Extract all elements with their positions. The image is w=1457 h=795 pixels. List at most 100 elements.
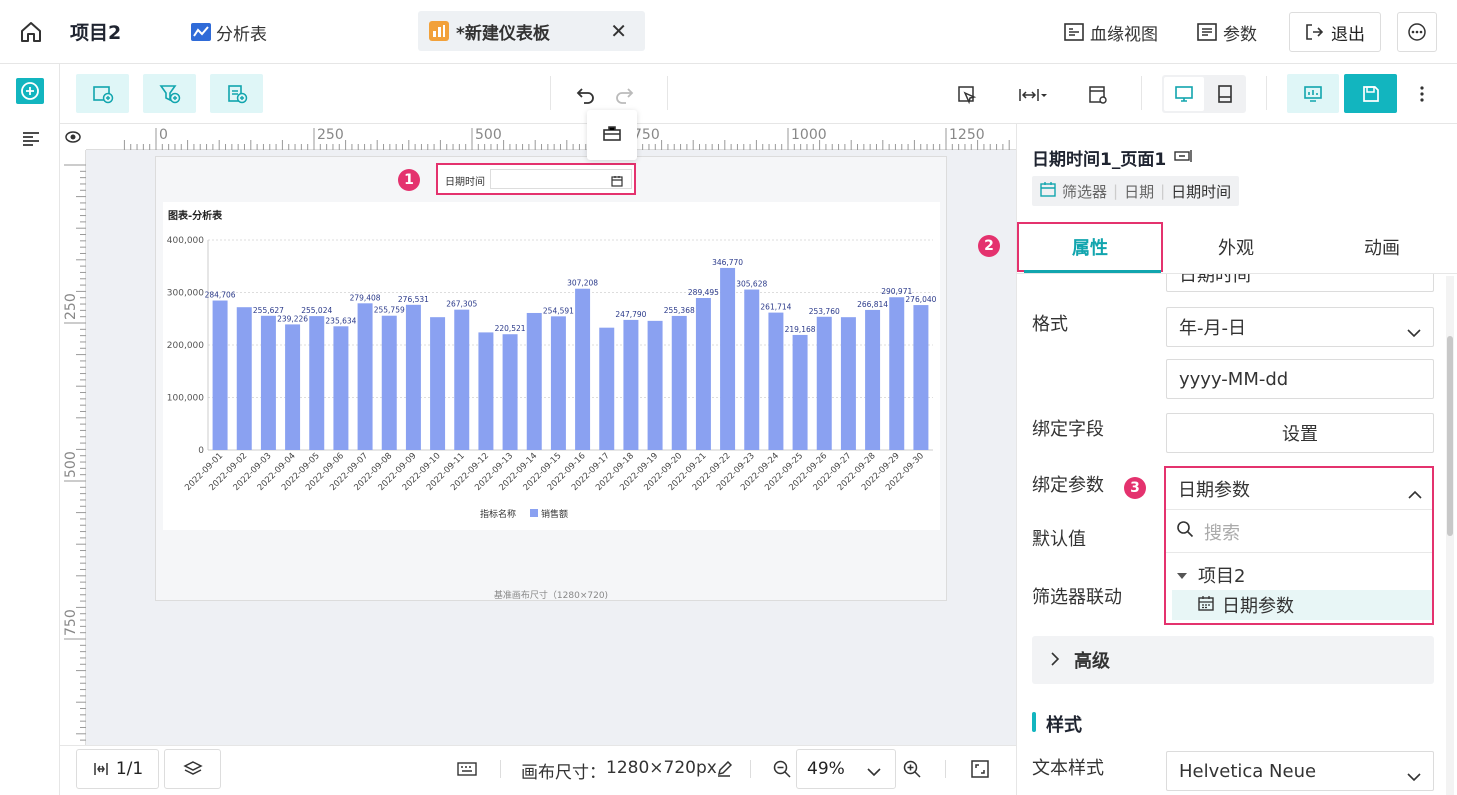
ruler-top: 0 250 500 750 1000 1250 <box>60 124 1016 150</box>
home-icon[interactable] <box>18 19 44 45</box>
edit-size-icon[interactable] <box>714 759 734 779</box>
add-component-icon[interactable] <box>16 78 44 104</box>
preview-button[interactable] <box>1287 74 1339 113</box>
data-label: 219,168 <box>785 325 816 334</box>
chevron-right-icon <box>1050 650 1060 671</box>
format-pattern-input[interactable]: yyyy-MM-dd <box>1166 359 1434 399</box>
tree-item-date-param[interactable]: 日期参数 <box>1172 590 1432 620</box>
data-label: 261,714 <box>760 303 791 312</box>
add-component-button[interactable] <box>210 74 263 113</box>
chart-card[interactable]: 图表-分析表 0 100,000 200,000 300,000 400,000 284,7… <box>163 202 940 530</box>
advanced-label: 高级 <box>1074 651 1110 672</box>
toolbox-icon[interactable] <box>602 124 622 146</box>
bar <box>285 324 301 450</box>
ruler-label: 250 <box>63 293 79 320</box>
filter-linkage-label: 筛选器联动 <box>1032 587 1122 608</box>
ruler-label: 500 <box>475 127 502 143</box>
bind-field-button-label: 设置 <box>1282 424 1318 445</box>
params-icon <box>1197 23 1217 41</box>
chevron-up-icon <box>1408 484 1422 505</box>
bar <box>575 288 591 450</box>
advanced-section[interactable]: 高级 <box>1032 636 1434 684</box>
param-search-input[interactable]: 搜索 <box>1166 511 1432 553</box>
bind-field-label: 绑定字段 <box>1032 419 1104 440</box>
tree-group-project[interactable]: 项目2 <box>1166 560 1432 590</box>
y-tick-label: 200,000 <box>167 341 204 351</box>
annotation-badge-3: 3 <box>1124 477 1146 499</box>
fit-screen-icon[interactable] <box>969 758 991 780</box>
data-label: 266,814 <box>857 300 888 309</box>
zoom-out-icon[interactable] <box>771 758 793 780</box>
save-button[interactable] <box>1344 74 1397 113</box>
data-label: 289,495 <box>688 288 719 297</box>
exit-button[interactable]: 退出 <box>1289 12 1381 52</box>
params-label: 参数 <box>1223 24 1257 45</box>
lineage-view-button[interactable]: 血缘视图 <box>1064 18 1158 46</box>
mobile-view-icon[interactable] <box>1205 77 1245 111</box>
tab-animation[interactable]: 动画 <box>1309 222 1455 272</box>
format-select-value: 年-月-日 <box>1179 318 1246 339</box>
bar <box>671 315 687 450</box>
rename-icon[interactable] <box>1174 148 1194 168</box>
zoom-in-icon[interactable] <box>901 758 923 780</box>
more-menu-button[interactable] <box>1397 12 1437 52</box>
undo-icon[interactable] <box>574 83 598 107</box>
outline-list-icon[interactable] <box>20 128 42 150</box>
tab-analysis[interactable]: 分析表 <box>190 18 267 46</box>
data-label: 279,408 <box>350 293 381 302</box>
format-select[interactable]: 年-月-日 <box>1166 307 1434 347</box>
redo-icon[interactable] <box>612 83 636 107</box>
tree-group-label: 项目2 <box>1198 566 1246 587</box>
component-popup-toolbar <box>587 110 637 160</box>
desktop-view-icon[interactable] <box>1164 77 1204 111</box>
crumb-filter: 筛选器 <box>1062 182 1108 201</box>
close-icon[interactable]: ✕ <box>610 19 627 43</box>
kebab-menu-icon[interactable] <box>1412 82 1432 106</box>
bar <box>309 316 325 450</box>
chart-title: 图表-分析表 <box>168 209 223 222</box>
add-chart-button[interactable] <box>76 74 129 113</box>
bar <box>502 334 518 450</box>
bar <box>647 320 663 450</box>
left-strip <box>0 64 60 795</box>
preview-icon <box>1304 85 1322 102</box>
tab-appearance[interactable]: 外观 <box>1163 222 1309 272</box>
date-filter-component[interactable]: 日期时间 <box>436 163 636 195</box>
lineage-view-label: 血缘视图 <box>1090 24 1158 45</box>
date-filter-input[interactable] <box>490 169 632 189</box>
zoom-value: 49% <box>807 759 845 779</box>
partial-field[interactable]: 日期时间 <box>1166 274 1434 292</box>
data-label: 267,305 <box>446 300 477 309</box>
layers-button[interactable] <box>164 749 221 789</box>
tab-properties[interactable]: 属性 <box>1017 222 1163 272</box>
align-dropdown-icon[interactable] <box>1018 83 1048 107</box>
page-count-button[interactable]: 1/1 <box>76 749 159 789</box>
zoom-select[interactable]: 49% <box>796 749 896 789</box>
tab-analysis-label: 分析表 <box>216 24 267 45</box>
ruler-label: 1000 <box>791 127 827 143</box>
keyboard-icon[interactable] <box>456 759 478 779</box>
format-pattern-value: yyyy-MM-dd <box>1179 368 1289 390</box>
calendar-icon <box>1040 181 1056 201</box>
chevron-down-icon <box>867 762 881 782</box>
text-style-select[interactable]: Helvetica Neue <box>1166 751 1434 791</box>
exit-icon <box>1306 24 1323 40</box>
component-name: 日期时间1_页面1 <box>1032 145 1194 170</box>
eye-icon[interactable] <box>60 124 86 150</box>
caret-down-icon <box>1176 565 1188 586</box>
panel-scrollbar-thumb[interactable] <box>1447 336 1453 536</box>
page-count: 1/1 <box>115 759 144 779</box>
bar <box>333 326 349 450</box>
ruler-label: 250 <box>317 127 344 143</box>
project-title: 项目2 <box>70 22 122 44</box>
add-filter-button[interactable] <box>143 74 196 113</box>
page-settings-icon[interactable] <box>1086 83 1110 107</box>
bar <box>260 315 276 450</box>
bar <box>792 334 808 450</box>
select-tool-icon[interactable] <box>955 83 979 107</box>
data-label: 239,226 <box>277 314 308 323</box>
bind-field-button[interactable]: 设置 <box>1166 413 1434 453</box>
params-button[interactable]: 参数 <box>1197 18 1257 46</box>
bind-param-select[interactable]: 日期参数 <box>1166 468 1432 510</box>
tab-dashboard[interactable]: *新建仪表板 ✕ <box>418 11 645 51</box>
